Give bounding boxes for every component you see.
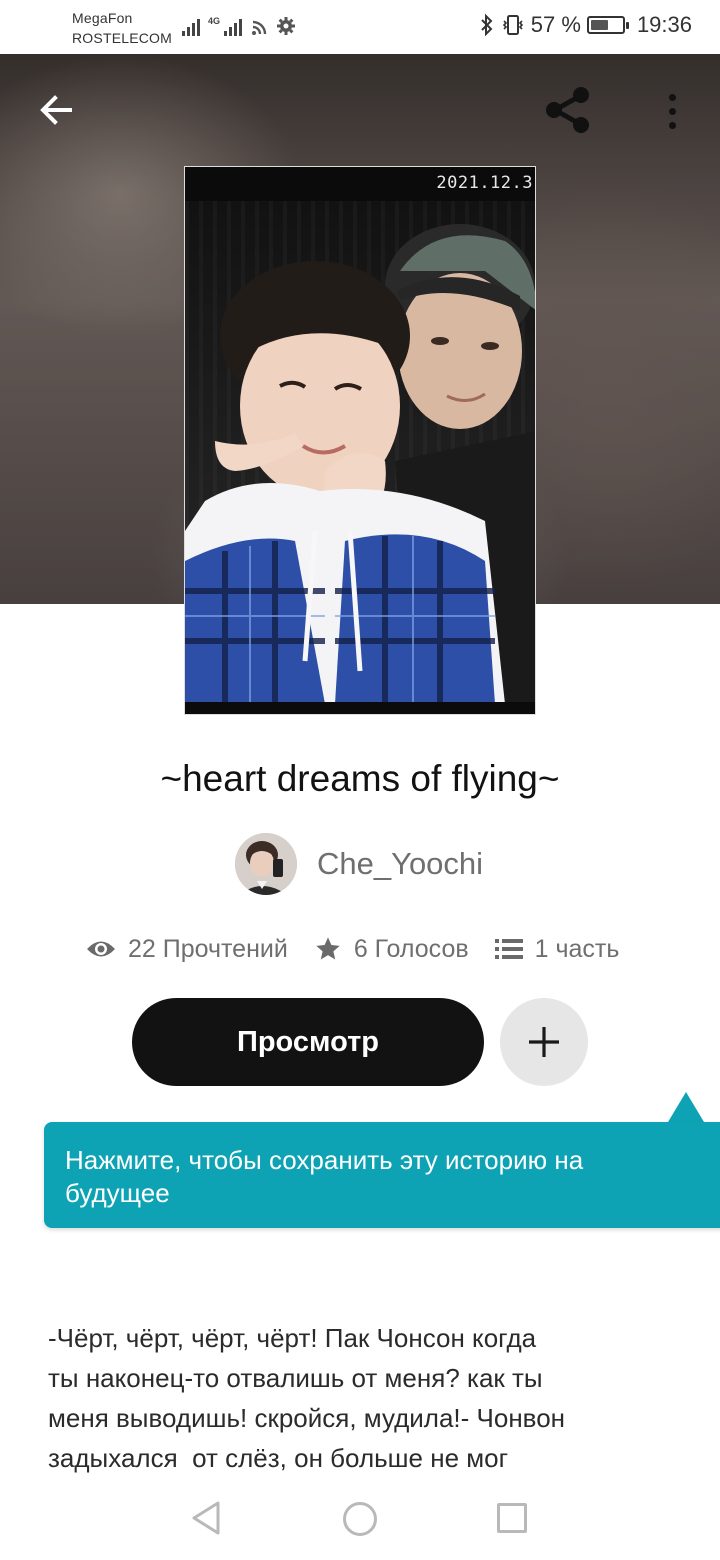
network-type: 4G xyxy=(208,16,221,26)
carrier-name-2: ROSTELECOM xyxy=(72,30,173,46)
share-icon xyxy=(546,87,589,133)
more-options-button[interactable] xyxy=(650,84,694,138)
clock: 19:36 xyxy=(636,12,692,37)
nav-home-icon[interactable] xyxy=(343,1502,377,1536)
story-title: ~heart dreams of flying~ xyxy=(160,758,560,799)
read-button[interactable]: Просмотр xyxy=(132,998,484,1086)
cover-date-stamp: 2021.12.3 xyxy=(436,173,533,193)
plus-icon xyxy=(529,1027,559,1057)
reads-count: 22 Прочтений xyxy=(128,934,288,963)
cover-photo xyxy=(185,201,535,702)
author-name: Che_Yoochi xyxy=(317,846,484,881)
settings-icon xyxy=(277,17,296,35)
battery-percent: 57 % xyxy=(530,12,581,37)
tooltip-arrow xyxy=(668,1092,704,1122)
tooltip-text: Нажмите, чтобы сохранить эту историю на … xyxy=(65,1145,584,1208)
avatar-image xyxy=(235,833,297,895)
star-icon xyxy=(314,935,342,963)
signal-icon-2 xyxy=(224,18,243,36)
story-details-screen: MegaFon ROSTELECOM 4G 57 % 19:36 2021.12… xyxy=(0,0,720,1560)
parts-stat: 1 часть xyxy=(494,934,620,964)
votes-count: 6 Голосов xyxy=(353,934,469,963)
battery-icon xyxy=(586,16,629,34)
nav-back-icon[interactable] xyxy=(190,1500,222,1536)
author-link[interactable]: Che_Yoochi xyxy=(235,833,483,895)
eye-icon xyxy=(86,938,116,960)
story-description: -Чёрт, чёрт, чёрт, чёрт! Пак Чонсон когд… xyxy=(48,1323,566,1473)
back-button[interactable] xyxy=(30,84,82,136)
avatar xyxy=(235,833,297,895)
carrier-info: MegaFon ROSTELECOM xyxy=(72,8,172,48)
status-right: 57 % 19:36 xyxy=(479,12,692,38)
vibrate-icon xyxy=(502,15,523,35)
system-navigation-bar xyxy=(0,1480,720,1560)
parts-count: 1 часть xyxy=(534,934,620,963)
story-stats: 22 Прочтений 6 Голосов 1 часть xyxy=(86,926,619,972)
cover-photo-art xyxy=(185,224,535,702)
battery-level xyxy=(590,20,608,30)
story-cover-image[interactable]: 2021.12.3 xyxy=(184,166,536,715)
wifi-icon xyxy=(252,20,267,35)
save-story-tooltip[interactable]: Нажмите, чтобы сохранить эту историю на … xyxy=(44,1122,720,1228)
reads-stat: 22 Прочтений xyxy=(86,935,288,964)
carrier-name-1: MegaFon xyxy=(72,10,133,26)
status-bar: MegaFon ROSTELECOM 4G 57 % 19:36 xyxy=(0,0,720,54)
votes-stat: 6 Голосов xyxy=(314,935,469,964)
bluetooth-icon xyxy=(481,13,493,37)
share-button[interactable] xyxy=(540,82,596,138)
more-vertical-icon xyxy=(668,93,676,101)
list-icon xyxy=(494,937,523,961)
signal-indicators: 4G xyxy=(182,16,296,36)
add-to-library-button[interactable] xyxy=(500,998,588,1086)
signal-icon xyxy=(182,18,200,36)
nav-recents-icon[interactable] xyxy=(497,1503,527,1533)
arrow-left-icon xyxy=(40,95,72,125)
